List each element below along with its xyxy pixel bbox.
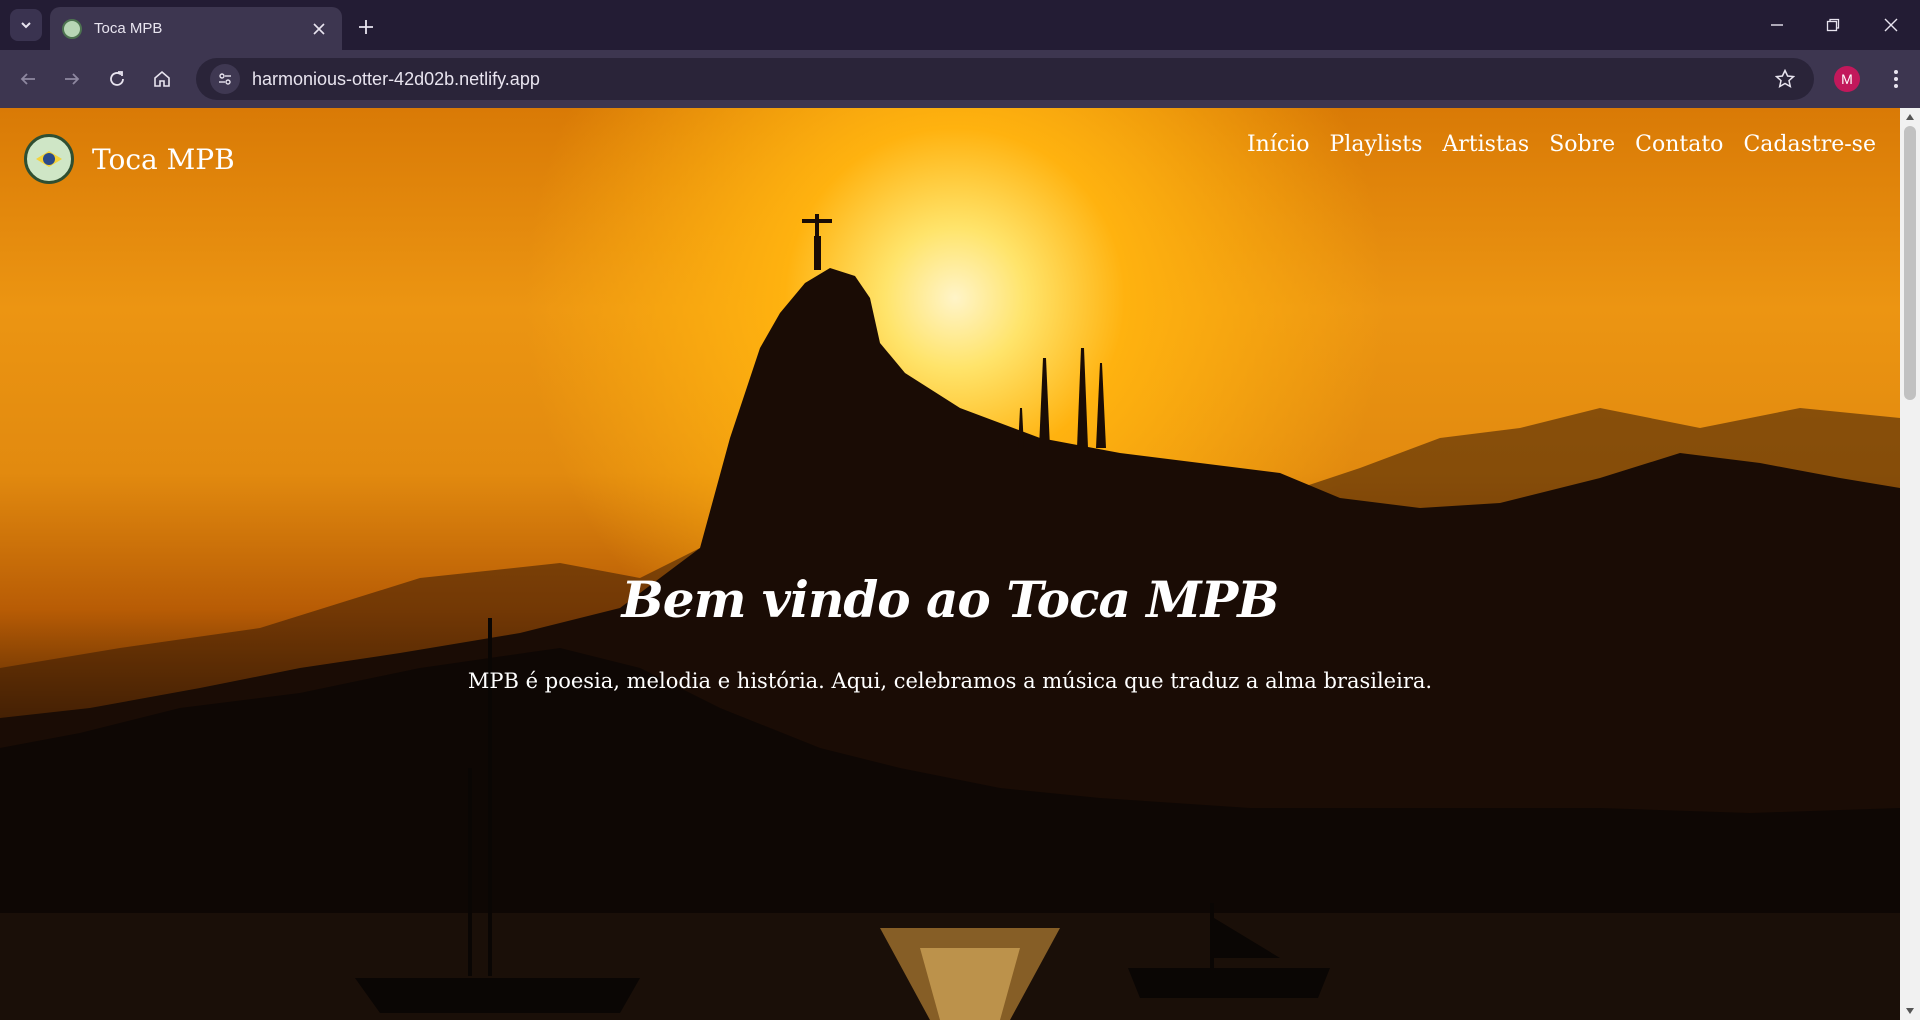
bookmark-button[interactable] [1768, 62, 1802, 96]
nav-link-inicio[interactable]: Início [1247, 132, 1310, 157]
nav-link-cadastre-se[interactable]: Cadastre-se [1743, 132, 1876, 157]
site-brand[interactable]: Toca MPB [24, 134, 235, 184]
chevron-down-icon [21, 22, 31, 29]
nav-link-playlists[interactable]: Playlists [1329, 132, 1422, 157]
browser-toolbar: harmonious-otter-42d02b.netlify.app M [0, 50, 1920, 108]
browser-tab-active[interactable]: Toca MPB [50, 7, 342, 50]
tune-icon [219, 73, 231, 85]
hero-title: Bem vindo ao Toca MPB [621, 570, 1280, 629]
brand-name: Toca MPB [92, 142, 235, 176]
nav-link-artistas[interactable]: Artistas [1442, 132, 1529, 157]
caret-down-icon [1906, 1008, 1914, 1014]
site-logo-icon [24, 134, 74, 184]
back-button[interactable] [12, 63, 44, 95]
browser-menu-button[interactable] [1880, 63, 1912, 95]
more-vertical-icon [1894, 70, 1898, 88]
star-icon [1775, 69, 1795, 88]
window-minimize-button[interactable] [1760, 9, 1794, 41]
hero-subtitle: MPB é poesia, melodia e história. Aqui, … [467, 669, 1433, 693]
tab-title: Toca MPB [94, 20, 163, 37]
address-bar[interactable]: harmonious-otter-42d02b.netlify.app [196, 58, 1814, 100]
home-icon [154, 70, 170, 87]
arrow-right-icon [65, 73, 80, 85]
close-icon [313, 22, 325, 35]
logo-globe [43, 153, 55, 165]
restore-icon [1826, 18, 1840, 32]
scroll-up-button[interactable] [1900, 108, 1920, 126]
rio-sunset-silhouette [0, 214, 1900, 1020]
scroll-down-button[interactable] [1900, 1002, 1920, 1020]
profile-avatar[interactable]: M [1834, 66, 1860, 92]
nav-link-sobre[interactable]: Sobre [1549, 132, 1615, 157]
home-button[interactable] [146, 63, 178, 95]
tab-close-button[interactable] [308, 18, 330, 40]
new-tab-button[interactable] [352, 13, 380, 41]
window-close-button[interactable] [1874, 9, 1908, 41]
window-restore-button[interactable] [1816, 9, 1850, 41]
nav-link-contato[interactable]: Contato [1635, 132, 1723, 157]
scrollbar-thumb[interactable] [1904, 126, 1916, 400]
close-icon [1884, 18, 1898, 32]
site-nav: Início Playlists Artistas Sobre Contato … [1247, 132, 1876, 157]
caret-up-icon [1906, 114, 1914, 120]
url-text[interactable]: harmonious-otter-42d02b.netlify.app [252, 69, 1768, 90]
site-favicon-icon [62, 18, 82, 39]
reload-button[interactable] [101, 63, 133, 95]
plus-icon [359, 20, 373, 34]
minimize-icon [1771, 24, 1783, 26]
tab-search-button[interactable] [10, 9, 42, 41]
page-scrollbar[interactable] [1900, 108, 1920, 1020]
page-viewport: Toca MPB Início Playlists Artistas Sobre… [0, 108, 1900, 1020]
arrow-left-icon [20, 73, 35, 85]
reload-icon [110, 71, 124, 86]
site-info-button[interactable] [210, 64, 240, 94]
forward-button[interactable] [56, 63, 88, 95]
browser-tab-bar: Toca MPB [0, 0, 1920, 50]
